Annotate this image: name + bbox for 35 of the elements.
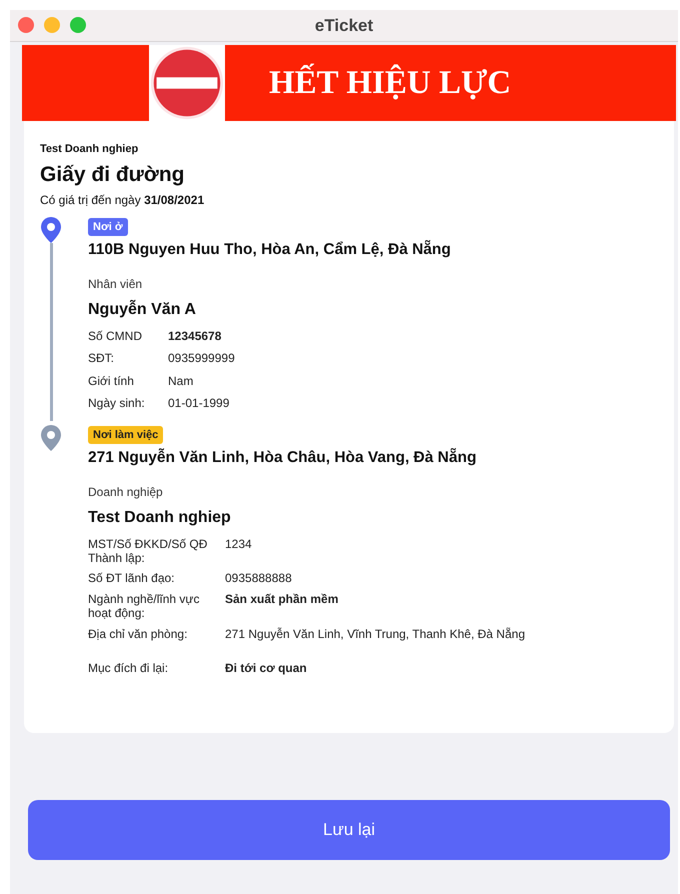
- section-name: Test Doanh nghiep: [88, 508, 232, 527]
- close-button[interactable]: [18, 17, 34, 33]
- field-value: 1234: [225, 536, 253, 553]
- address: 271 Nguyễn Văn Linh, Hòa Châu, Hòa Vang, Đà Nẵng: [88, 448, 478, 467]
- field-label: Giới tính: [88, 374, 135, 388]
- field-value: 01-01-1999: [168, 396, 230, 411]
- ticket-title: Giấy đi đường: [40, 163, 186, 187]
- section-label: Nhân viên: [88, 277, 144, 291]
- field-value: 12345678: [168, 329, 222, 344]
- field-label: SĐT:: [88, 351, 116, 366]
- section-label: Doanh nghiệp: [88, 484, 164, 499]
- banner-text: HẾT HIỆU LỰC: [269, 64, 512, 102]
- field-value: 0935999999: [168, 351, 236, 366]
- field-label: Mục đích đi lại:: [88, 660, 170, 676]
- field-label: Số ĐT lãnh đạo:: [88, 571, 176, 586]
- field-label: Số CMND: [88, 329, 144, 344]
- company-name: Test Doanh nghiep: [40, 143, 140, 155]
- field-label: Địa chỉ văn phòng:: [88, 626, 188, 641]
- place-tag: Nơi ở: [88, 218, 128, 236]
- minimize-button[interactable]: [44, 17, 60, 33]
- place-tag: Nơi làm việc: [88, 426, 164, 444]
- field-label: Ngày sinh:: [88, 396, 146, 411]
- field-value: Nam: [168, 374, 194, 388]
- validity-text: Có giá trị đến ngày 31/08/2021: [40, 193, 206, 207]
- maximize-button[interactable]: [70, 17, 86, 33]
- save-button[interactable]: Lưu lại: [28, 800, 670, 860]
- field-value: Sản xuất phần mềm: [225, 592, 340, 608]
- field-label: MST/Số ĐKKD/Số QĐ Thành lập:: [88, 536, 208, 566]
- field-value: Đi tới cơ quan: [225, 660, 308, 676]
- section-name: Nguyễn Văn A: [88, 301, 197, 319]
- field-label: Ngành nghề/lĩnh vực hoạt động:: [88, 592, 200, 621]
- field-value: 0935888888: [225, 571, 293, 586]
- field-value: 271 Nguyễn Văn Linh, Vĩnh Trung, Thanh Khê, Đà Nẵng: [225, 626, 526, 641]
- window-title: eTicket: [314, 16, 374, 36]
- address: 110B Nguyen Huu Tho, Hòa An, Cẩm Lệ, Đà Nẵng: [88, 241, 452, 259]
